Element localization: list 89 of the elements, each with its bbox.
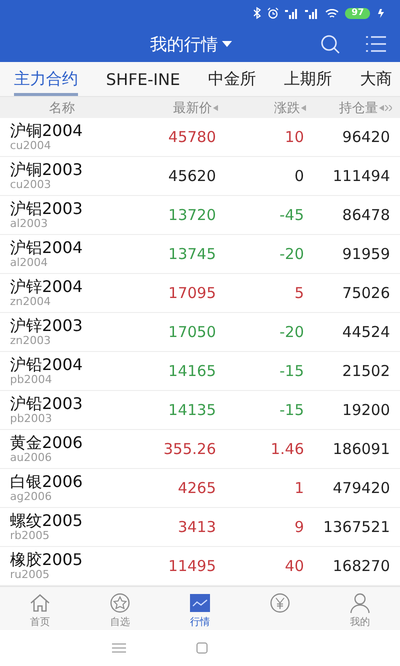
change-cell-text: -20 [278, 245, 305, 263]
nav-label[interactable]: 首页 [30, 615, 50, 629]
market-tab[interactable]: 上期所 [284, 62, 332, 96]
open-interest-cell-text: 44524 [341, 323, 391, 341]
contract-name: 沪铝2003 [10, 200, 84, 218]
change-cell-text: 1.46 [270, 440, 305, 458]
contract-name: 沪锌2003 [10, 317, 84, 335]
contract-code: ag2006 [10, 490, 53, 503]
contract-code: pb2004 [10, 374, 53, 386]
home-button-icon[interactable] [196, 642, 208, 654]
nav-label[interactable]: 我的 [350, 615, 370, 629]
contract-name: 沪铝2004 [10, 239, 84, 257]
open-interest-cell-text: 75026 [341, 284, 391, 302]
open-interest-cell-text: 168270 [332, 557, 391, 575]
header-title[interactable]: 我的行情 [150, 32, 218, 56]
contract-name: 沪铜2003 [10, 161, 84, 179]
change-cell-text: 0 [293, 167, 305, 185]
person-icon[interactable] [349, 592, 371, 614]
price-cell-text: 17095 [167, 284, 217, 302]
chart-icon[interactable] [189, 592, 211, 614]
column-header: 持仓量 [339, 100, 378, 116]
contract-name: 橡胶2005 [10, 551, 84, 569]
price-cell-text: 14135 [167, 401, 217, 419]
nav-label[interactable]: 行情 [190, 615, 210, 629]
contract-code: zn2003 [10, 334, 52, 347]
contract-name: 黄金2006 [10, 434, 84, 452]
change-cell-text: -15 [278, 362, 305, 380]
contract-code: zn2004 [10, 296, 52, 308]
open-interest-cell-text: 21502 [341, 362, 391, 380]
price-cell-text: 14165 [167, 362, 217, 380]
nav-label[interactable]: 自选 [110, 615, 130, 629]
change-cell-text: -20 [278, 323, 305, 341]
price-cell-text: 355.26 [162, 440, 217, 458]
yen-icon[interactable] [269, 592, 291, 614]
home-icon[interactable] [29, 592, 51, 614]
wifi-icon [325, 8, 340, 18]
contract-code: ru2005 [10, 568, 50, 581]
open-interest-cell-text: 479420 [332, 479, 391, 497]
price-cell-text: 45620 [167, 167, 217, 185]
expand-icon [385, 104, 392, 110]
change-cell-text: 10 [284, 128, 305, 146]
contract-name: 沪锌2004 [10, 278, 84, 296]
contract-code: pb2003 [10, 412, 53, 425]
price-cell-text: 45780 [167, 128, 217, 146]
charging-icon [376, 8, 386, 18]
price-cell-text: 13720 [167, 206, 217, 224]
change-cell-text: 40 [284, 557, 305, 575]
price-cell-text: 4265 [176, 479, 217, 497]
change-cell-text: -15 [278, 401, 305, 419]
contract-code: cu2003 [10, 178, 52, 191]
open-interest-cell-text: 19200 [341, 401, 391, 419]
open-interest-cell-text: 91959 [341, 245, 391, 263]
search-icon[interactable] [320, 34, 340, 54]
change-cell-text: 5 [293, 284, 305, 302]
market-tab[interactable]: 中金所 [208, 62, 256, 96]
signal-icon [305, 8, 320, 18]
market-tab[interactable]: SHFE-INE [106, 62, 180, 96]
price-cell-text: 3413 [176, 518, 217, 536]
contract-code: al2004 [10, 256, 49, 269]
price-cell-text: 17050 [167, 323, 217, 341]
open-interest-cell-text: 96420 [341, 128, 391, 146]
price-cell-text: 11495 [167, 557, 217, 575]
alarm-icon [267, 7, 280, 19]
change-cell-text: 1 [293, 479, 305, 497]
contract-name: 沪铅2003 [10, 395, 84, 413]
price-cell-text: 13745 [167, 245, 217, 263]
open-interest-cell-text: 186091 [332, 440, 391, 458]
contract-name: 白银2006 [10, 473, 84, 491]
column-header: 名称 [49, 100, 75, 116]
menu-icon[interactable] [112, 643, 126, 653]
contract-code: au2006 [10, 452, 53, 464]
contract-code: cu2004 [10, 140, 52, 152]
contract-name: 螺纹2005 [10, 512, 84, 530]
contract-name: 沪铅2004 [10, 356, 84, 374]
column-header: 最新价 [173, 100, 212, 116]
contract-code: rb2005 [10, 530, 50, 542]
caret-icon[interactable] [222, 41, 232, 47]
contract-name: 沪铜2004 [10, 122, 84, 140]
change-cell-text: 9 [293, 518, 305, 536]
battery-level: 97 [345, 8, 370, 18]
open-interest-cell-text: 111494 [332, 167, 391, 185]
change-cell-text: -45 [278, 206, 305, 224]
open-interest-cell-text: 86478 [341, 206, 391, 224]
bluetooth-icon [253, 7, 262, 19]
column-header: 涨跌 [274, 100, 300, 116]
open-interest-cell-text: 1367521 [322, 518, 391, 536]
signal-icon [285, 8, 300, 18]
market-tab[interactable]: 大商 [360, 62, 392, 96]
contract-code: al2003 [10, 218, 49, 230]
